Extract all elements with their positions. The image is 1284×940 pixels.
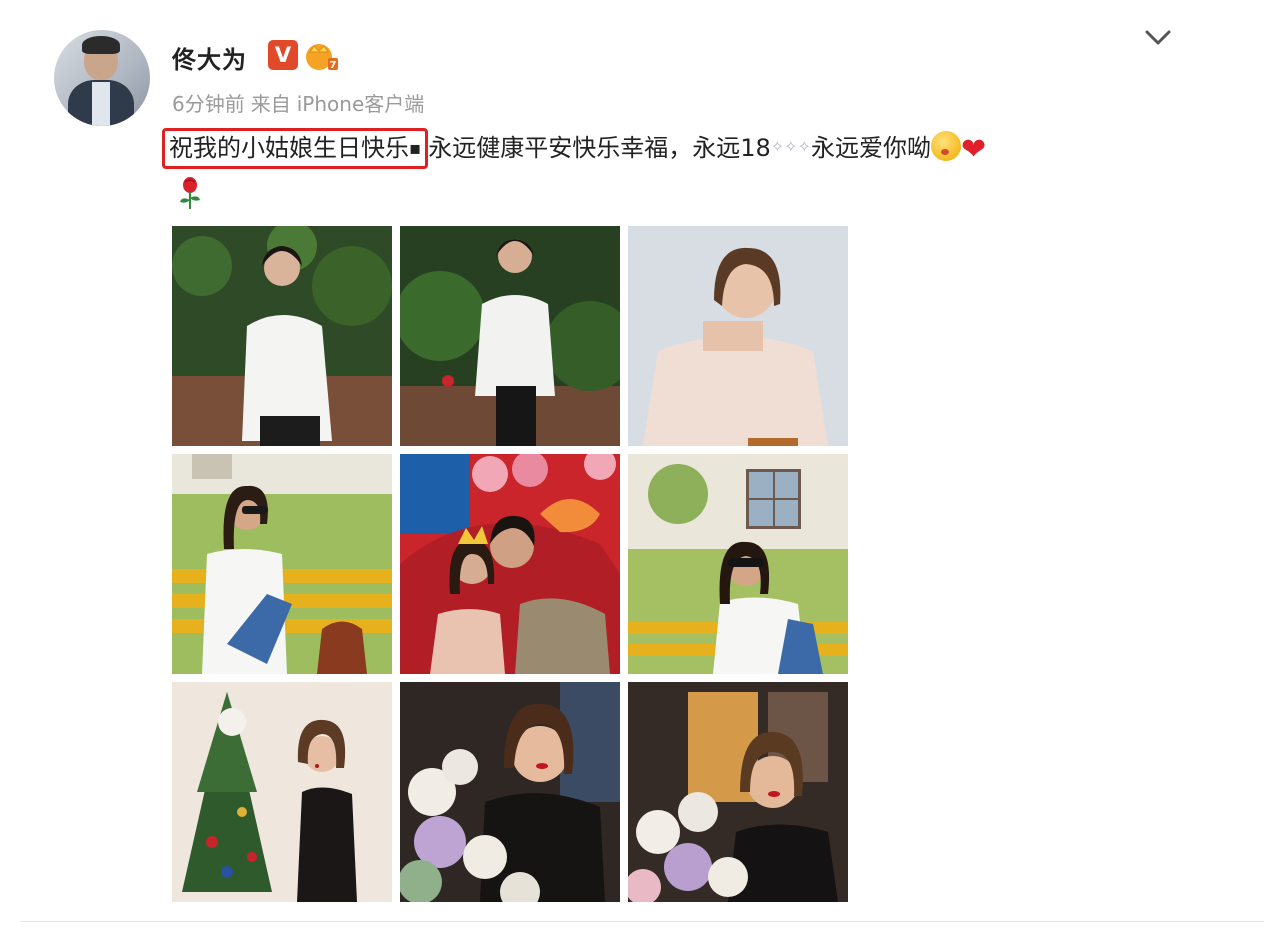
- candle-emoji: ▪: [409, 138, 422, 159]
- photo-4-image: [172, 454, 392, 674]
- photo-6-image: [628, 454, 848, 674]
- author-name[interactable]: 佟大为: [172, 40, 247, 75]
- greeting-text: 祝我的小姑娘生日快乐: [169, 134, 409, 162]
- post-source-label: 来自: [250, 92, 291, 116]
- photo-8[interactable]: [400, 682, 620, 902]
- avatar-figure-hair: [82, 36, 120, 54]
- photo-5[interactable]: [400, 454, 620, 674]
- photo-5-image: [400, 454, 620, 674]
- crown-level-icon: 7: [306, 44, 338, 71]
- red-heart-emoji: ❤: [960, 132, 987, 167]
- photo-9[interactable]: [628, 682, 848, 902]
- post-meta: 6分钟前 来自 iPhone客户端: [172, 88, 430, 117]
- photo-2-image: [400, 226, 620, 446]
- chevron-down-icon[interactable]: [1144, 28, 1172, 48]
- rose-emoji: [180, 177, 200, 209]
- photo-1[interactable]: [172, 226, 392, 446]
- photo-7-image: [172, 682, 392, 902]
- verified-v-icon: V: [268, 40, 298, 70]
- photo-2[interactable]: [400, 226, 620, 446]
- post-text-part-2: 永远爱你呦: [810, 134, 931, 162]
- post-source-client[interactable]: iPhone客户端: [297, 92, 425, 116]
- avatar-figure-shirt: [92, 82, 110, 126]
- post-text-part-1: 永远健康平安快乐幸福，永远18: [428, 134, 771, 162]
- weibo-post-card: 佟大为 V 7 6分钟前 来自 iPhone客户端 祝我的小姑娘生日快乐▪ 永远健康平…: [0, 0, 1284, 940]
- photo-7[interactable]: [172, 682, 392, 902]
- card-divider: [20, 921, 1264, 922]
- photo-9-image: [628, 682, 848, 902]
- sparkle-emoji: ✧✧✧: [770, 137, 811, 156]
- post-text: 祝我的小姑娘生日快乐▪ 永远健康平安快乐幸福，永远18✧✧✧永远爱你呦 ❤: [162, 128, 1182, 169]
- photo-4[interactable]: [172, 454, 392, 674]
- post-time[interactable]: 6分钟前: [172, 92, 245, 116]
- svg-text:7: 7: [330, 60, 337, 71]
- photo-8-image: [400, 682, 620, 902]
- author-avatar[interactable]: [54, 30, 150, 126]
- photo-1-image: [172, 226, 392, 446]
- photo-6[interactable]: [628, 454, 848, 674]
- kissing-face-emoji: [930, 131, 961, 161]
- photo-3[interactable]: [628, 226, 848, 446]
- highlighted-greeting: 祝我的小姑娘生日快乐▪: [162, 128, 429, 169]
- photo-grid: [172, 226, 848, 902]
- photo-3-image: [628, 226, 848, 446]
